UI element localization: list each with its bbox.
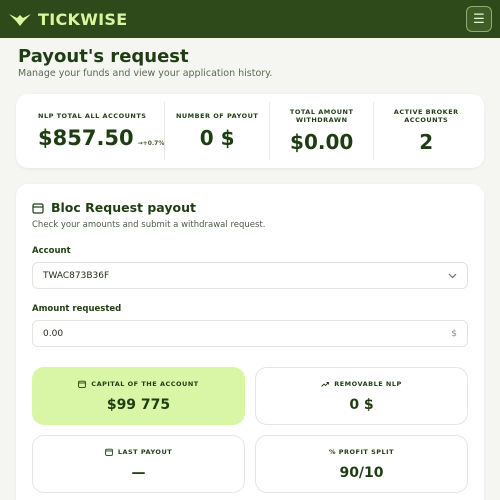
stat-value: 2	[419, 130, 434, 155]
request-title: Bloc Request payout	[51, 200, 196, 215]
stat-total-withdrawn: TOTAL AMOUNT WITHDRAWN $0.00	[270, 102, 375, 160]
page-title: Payout's request	[18, 46, 189, 67]
payout-request-card: Bloc Request payout Check your amounts a…	[16, 184, 484, 500]
chevron-down-icon	[448, 273, 457, 278]
brand[interactable]: TICKWISE	[8, 10, 127, 29]
amount-field[interactable]: $	[32, 320, 468, 347]
wallet-icon	[32, 202, 44, 214]
amount-label: Amount requested	[32, 304, 122, 314]
currency-suffix: $	[451, 328, 457, 339]
calendar-icon	[78, 380, 87, 388]
stat-label: NLP TOTAL ALL ACCOUNTS	[38, 111, 147, 120]
stat-number-of-payout: NUMBER OF PAYOUT 0 $	[165, 102, 270, 160]
stat-value: $0.00	[290, 130, 354, 155]
stat-label: NUMBER OF PAYOUT	[175, 111, 259, 120]
info-label: LAST PAYOUT	[117, 447, 173, 456]
info-value: 0 $	[349, 396, 374, 413]
request-header: Bloc Request payout	[32, 200, 196, 215]
last-payout-card: LAST PAYOUT —	[32, 435, 245, 493]
info-label: CAPITAL OF THE ACCOUNT	[91, 379, 199, 388]
info-value: 90/10	[339, 464, 384, 481]
info-label: % PROFIT SPLIT	[328, 447, 395, 456]
info-value: —	[131, 464, 146, 481]
info-label: REMOVABLE NLP	[334, 379, 402, 388]
capital-of-account-card: CAPITAL OF THE ACCOUNT $99 775	[32, 367, 245, 425]
stat-label: ACTIVE BROKER ACCOUNTS	[393, 107, 459, 124]
request-subtitle: Check your amounts and submit a withdraw…	[32, 220, 266, 230]
stats-summary: NLP TOTAL ALL ACCOUNTS $857.50 →+0.7% NU…	[16, 94, 484, 168]
stat-value: 0 $	[199, 126, 235, 151]
trend-up-icon	[321, 381, 330, 387]
account-select-value: TWAC873B36F	[43, 270, 110, 281]
stat-change: →+0.7%	[137, 140, 165, 148]
amount-input[interactable]	[43, 328, 423, 339]
brand-name: TICKWISE	[38, 9, 128, 29]
stat-nlp-total: NLP TOTAL ALL ACCOUNTS $857.50 →+0.7%	[22, 102, 166, 160]
info-value: $99 775	[106, 396, 171, 413]
menu-icon: ☰	[473, 11, 485, 27]
bird-logo-icon	[9, 14, 31, 26]
profit-split-card: % PROFIT SPLIT 90/10	[255, 435, 468, 493]
removable-nlp-card: REMOVABLE NLP 0 $	[255, 367, 468, 425]
top-bar: TICKWISE ☰	[0, 0, 500, 38]
stat-value: $857.50	[38, 126, 134, 151]
menu-button[interactable]: ☰	[466, 6, 492, 32]
stat-active-broker-accounts: ACTIVE BROKER ACCOUNTS 2	[374, 102, 478, 160]
calendar-icon	[104, 448, 113, 456]
page-subtitle: Manage your funds and view your applicat…	[18, 68, 273, 79]
account-select[interactable]: TWAC873B36F	[32, 262, 468, 289]
account-label: Account	[32, 246, 71, 256]
stat-label: TOTAL AMOUNT WITHDRAWN	[289, 107, 354, 124]
